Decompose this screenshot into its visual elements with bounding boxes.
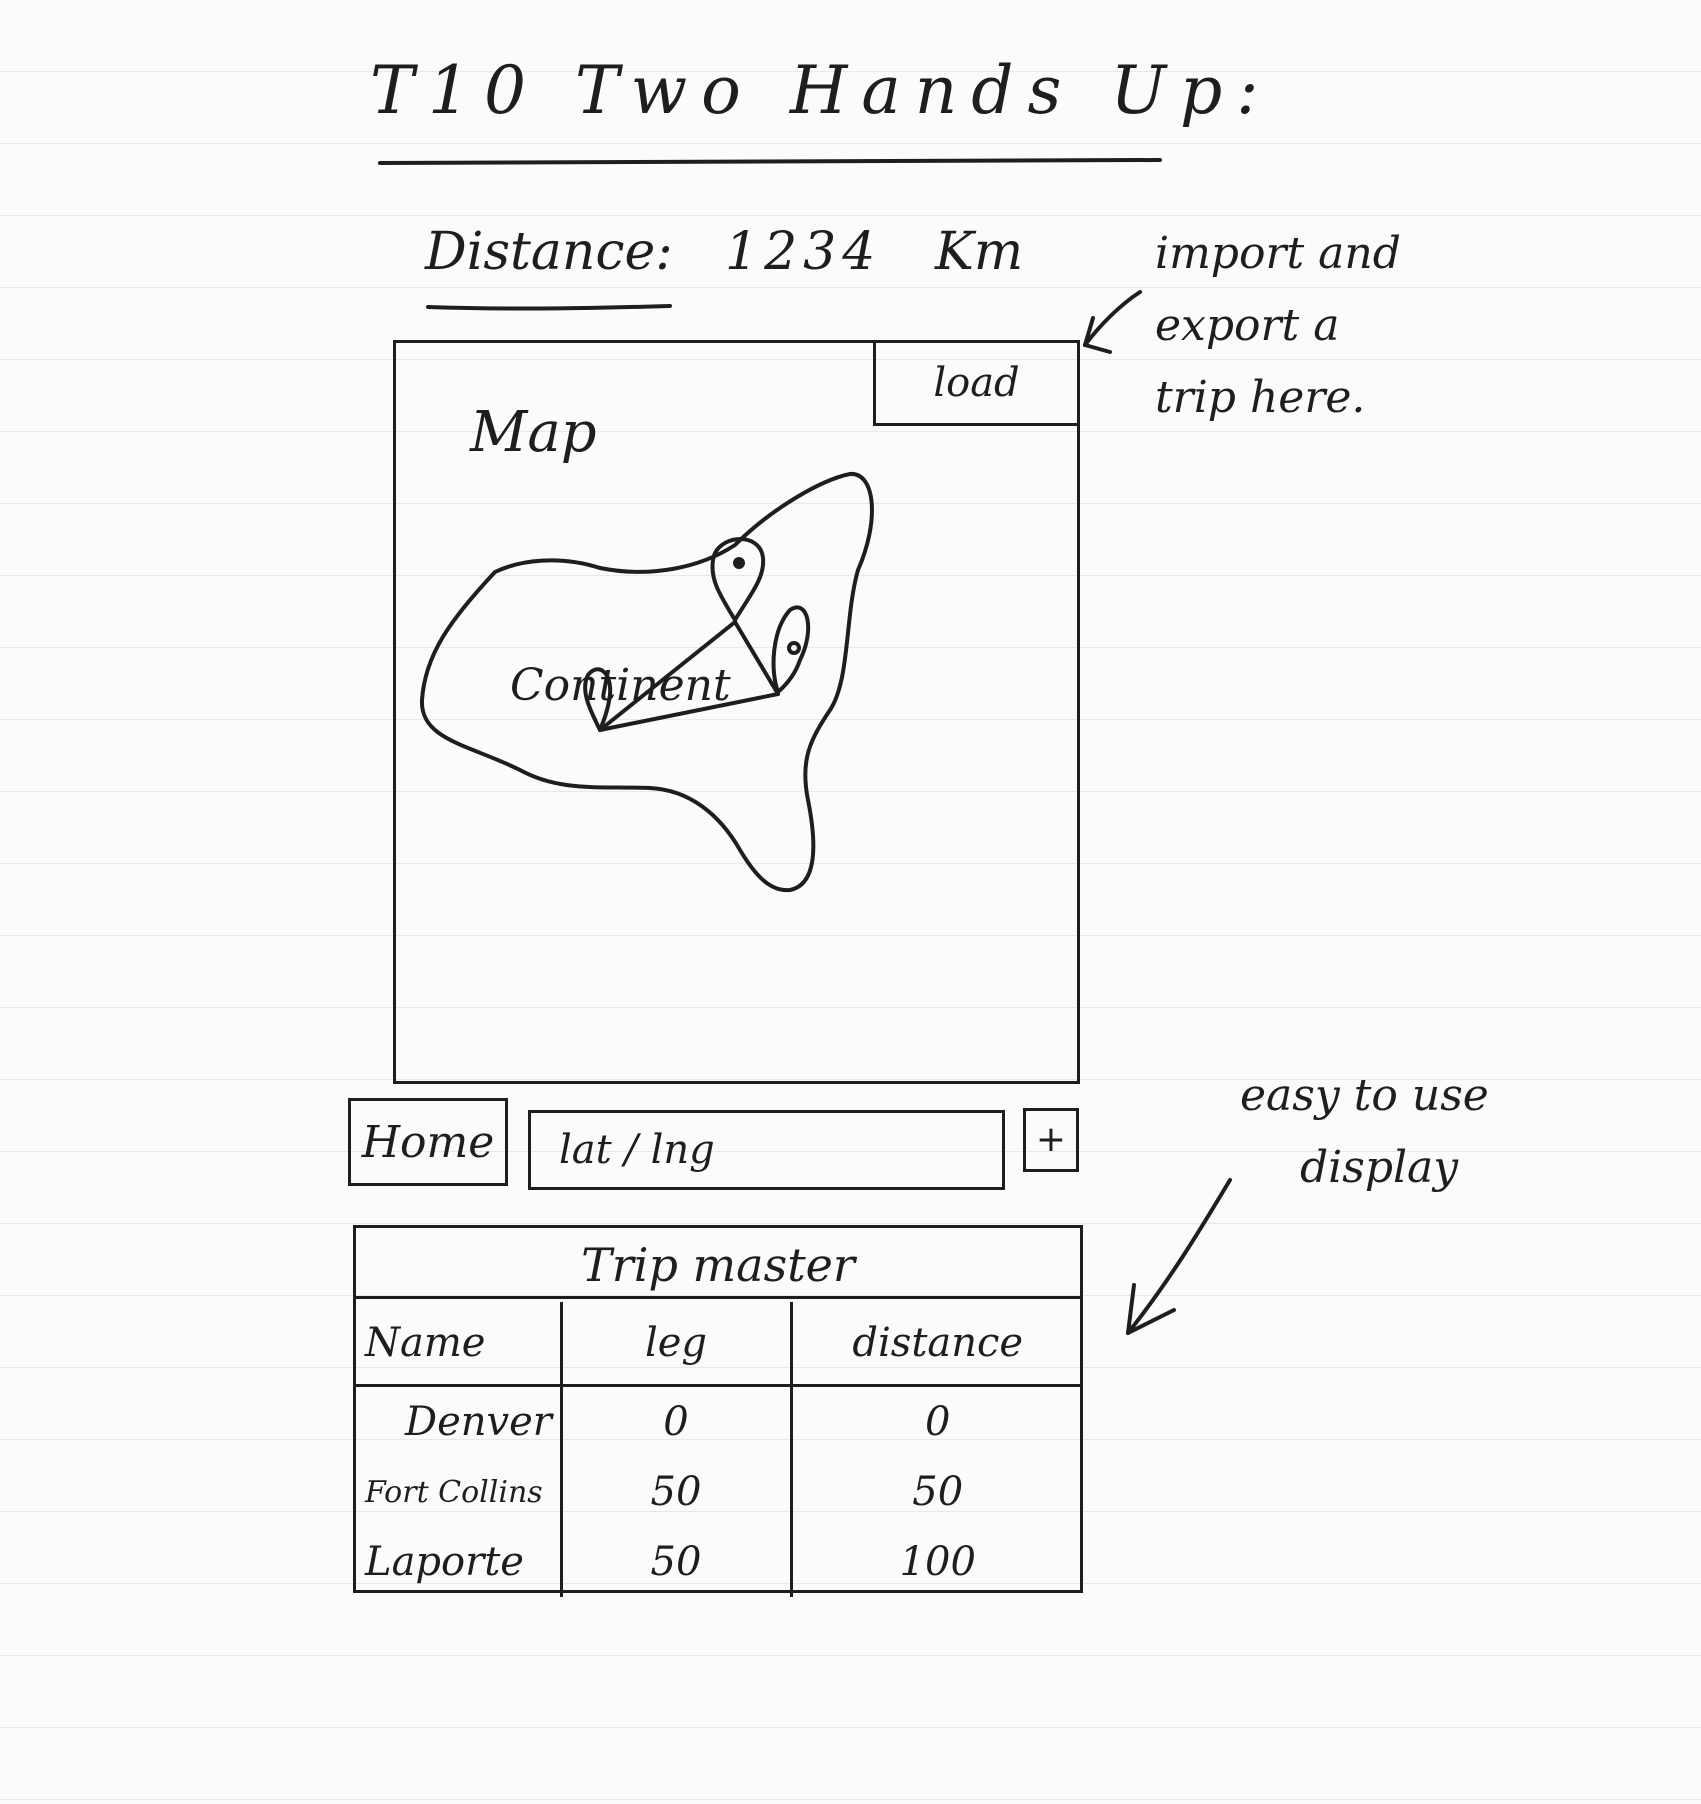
map-pin-icon bbox=[710, 537, 766, 622]
title-underline bbox=[378, 158, 1162, 165]
arrow-icon bbox=[1083, 290, 1142, 354]
sketch-ink-layer: Continent bbox=[378, 158, 1232, 1335]
continent-label: Continent bbox=[510, 660, 731, 711]
arrow-icon bbox=[1126, 1178, 1232, 1335]
distance-underline bbox=[426, 304, 672, 311]
map-pin-icon bbox=[771, 605, 811, 694]
route-line bbox=[733, 620, 780, 696]
